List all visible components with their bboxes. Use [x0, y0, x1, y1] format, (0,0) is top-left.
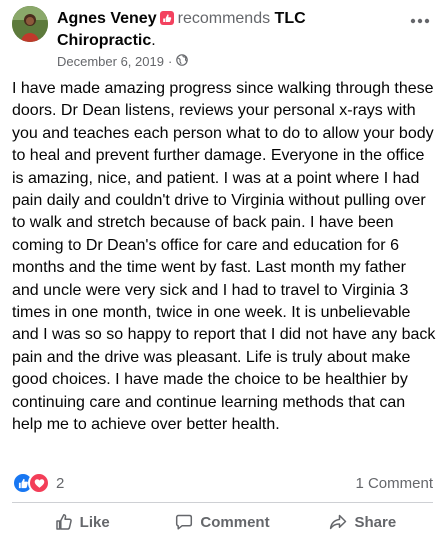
recommends-label: recommends: [177, 10, 271, 27]
actions-divider: [12, 502, 433, 503]
reactions-summary: 2 1 Comment: [12, 472, 433, 494]
author-name[interactable]: Agnes Veney: [57, 10, 157, 27]
page-name-line2[interactable]: Chiropractic: [57, 32, 151, 49]
meta-separator: ·: [167, 54, 173, 69]
comments-count-link[interactable]: 1 Comment: [355, 475, 433, 492]
review-post: Agnes Veney recommends TLC Chiropractic. …: [0, 0, 445, 539]
share-button-label: Share: [354, 513, 397, 531]
comment-bubble-icon: [175, 513, 193, 531]
like-button-label: Like: [79, 513, 110, 531]
reactions-button[interactable]: 2: [12, 472, 64, 494]
reaction-count: 2: [56, 474, 65, 492]
post-meta: December 6, 2019 ·: [57, 54, 189, 70]
page-name-period: .: [151, 32, 156, 49]
thumbs-up-icon: [55, 513, 73, 531]
comment-button[interactable]: Comment: [152, 505, 292, 539]
page-name[interactable]: TLC: [275, 10, 306, 27]
comment-button-label: Comment: [200, 513, 270, 531]
post-header: Agnes Veney recommends TLC: [57, 8, 395, 31]
more-options-icon: [410, 11, 430, 29]
more-options-button[interactable]: [409, 10, 431, 30]
recommends-icon: [159, 10, 174, 31]
post-actions: Like Comment Share: [12, 505, 433, 539]
review-text: I have made amazing progress since walki…: [12, 80, 436, 434]
post-date[interactable]: December 6, 2019: [57, 54, 164, 70]
globe-icon[interactable]: [176, 54, 189, 70]
share-arrow-icon: [329, 513, 347, 531]
love-reaction-icon: [28, 472, 50, 494]
page-name-continued[interactable]: Chiropractic.: [57, 30, 156, 51]
avatar[interactable]: [12, 6, 48, 42]
like-button[interactable]: Like: [12, 505, 152, 539]
share-button[interactable]: Share: [293, 505, 433, 539]
reaction-icons: [12, 472, 50, 494]
